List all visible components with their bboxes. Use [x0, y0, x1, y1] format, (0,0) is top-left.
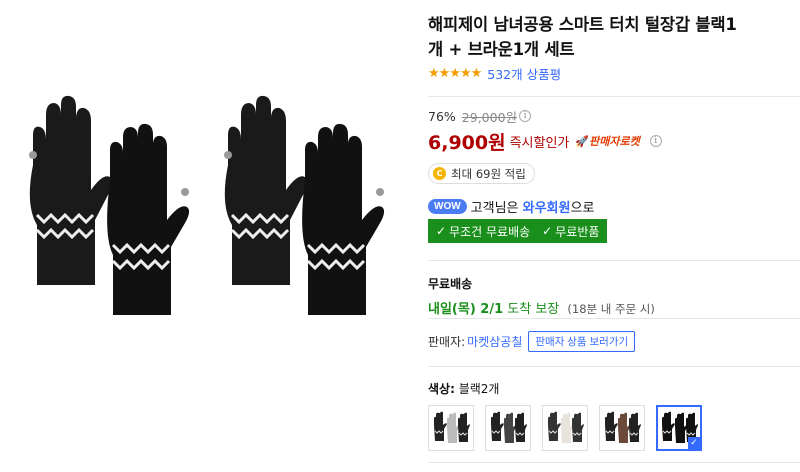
- product-info-panel: 해피제이 남녀공용 스마트 터치 털장갑 블랙1 개 + 브라운1개 세트 ★★…: [428, 0, 800, 472]
- option-thumb-black-black[interactable]: ✓: [656, 405, 702, 451]
- discount-row: 76% 29,000원 i: [428, 107, 800, 125]
- price-block: 76% 29,000원 i 6,900원 즉시할인가 🚀판매자로켓 i C 최대…: [428, 107, 800, 184]
- glove-pair-image: [29, 95, 190, 315]
- option-thumb-gray-white[interactable]: [428, 405, 474, 451]
- instant-discount-label: 즉시할인가: [509, 135, 570, 151]
- price-row: 6,900원 즉시할인가 🚀판매자로켓 i: [428, 128, 800, 154]
- wow-badge: WOW: [428, 198, 467, 214]
- option-thumbnails: ✓: [428, 405, 713, 451]
- glove-pair-image: [224, 95, 385, 315]
- delivery-condition: (18분 내 주문 시): [567, 302, 655, 316]
- rating-stars-icon: ★★★★★: [428, 65, 482, 81]
- color-option-label: 색상: 블랙2개: [428, 380, 713, 397]
- review-count-link[interactable]: 532개 상품평: [487, 64, 561, 83]
- option-thumb-black-gray[interactable]: [485, 405, 531, 451]
- sale-price: 6,900원: [428, 131, 506, 154]
- glove-thumb-icon: [491, 411, 527, 443]
- divider: [428, 366, 800, 367]
- shipping-title: 무료배송: [428, 277, 473, 291]
- divider: [428, 462, 800, 463]
- divider: [428, 96, 800, 97]
- delivery-day: 내일(목) 2/1: [428, 302, 504, 317]
- check-icon: ✓: [542, 224, 553, 238]
- free-return-label: 무료반품: [555, 224, 600, 239]
- wow-member-label: 와우회원: [522, 200, 571, 216]
- reward-points-chip: C 최대 69원 적립: [428, 163, 535, 184]
- info-icon[interactable]: i: [649, 135, 662, 147]
- seller-rocket-badge: 🚀판매자로켓: [575, 133, 639, 149]
- discount-rate: 76%: [428, 108, 456, 124]
- glove-thumb-icon: [605, 411, 641, 443]
- free-shipping-label: 무조건 무료배송: [449, 224, 531, 239]
- option-thumb-gray-cream[interactable]: [542, 405, 588, 451]
- shipping-block: 무료배송 내일(목) 2/1 도착 보장 (18분 내 주문 시): [428, 275, 655, 317]
- product-title-line2: 개 + 브라운1개 세트: [428, 40, 575, 59]
- view-seller-products-button[interactable]: 판매자 상품 보러가기: [528, 331, 636, 352]
- wow-prefix: 고객님은: [470, 200, 519, 216]
- info-icon[interactable]: i: [519, 110, 532, 122]
- product-title-line1: 해피제이 남녀공용 스마트 터치 털장갑 블랙1: [428, 15, 737, 34]
- delivery-date: 내일(목) 2/1 도착 보장 (18분 내 주문 시): [428, 298, 655, 317]
- option-label-key: 색상:: [428, 382, 455, 396]
- selected-check-icon: ✓: [688, 437, 700, 449]
- option-thumb-black-brown[interactable]: [599, 405, 645, 451]
- seller-label: 판매자:: [428, 335, 466, 349]
- glove-thumb-icon: [548, 411, 584, 443]
- wow-member-row: WOW 고객님은 와우회원 으로: [428, 196, 594, 216]
- rating-row: ★★★★★ 532개 상품평: [428, 64, 800, 82]
- rocket-icon: 🚀: [575, 135, 590, 148]
- reward-points-text: 최대 69원 적립: [451, 166, 526, 181]
- product-title: 해피제이 남녀공용 스마트 터치 털장갑 블랙1 개 + 브라운1개 세트: [428, 12, 800, 62]
- seller-name-link[interactable]: 마켓삼공칠: [467, 333, 522, 350]
- option-selected-value: 블랙2개: [458, 382, 500, 396]
- original-price: 29,000원: [461, 109, 518, 125]
- color-option-block: 색상: 블랙2개 ✓: [428, 380, 713, 451]
- check-icon: ✓: [436, 224, 447, 238]
- coin-icon: C: [433, 167, 446, 180]
- divider: [428, 318, 800, 319]
- rocket-label: 판매자로켓: [589, 135, 640, 148]
- delivery-guarantee: 도착 보장: [507, 302, 560, 317]
- seller-row: 판매자: 마켓삼공칠 판매자 상품 보러가기: [428, 331, 636, 352]
- product-image[interactable]: [0, 0, 410, 472]
- glove-thumb-icon: [434, 411, 470, 443]
- divider: [428, 260, 800, 261]
- wow-suffix: 으로: [570, 200, 595, 216]
- benefit-bar: ✓ 무조건 무료배송 ✓ 무료반품: [428, 219, 608, 243]
